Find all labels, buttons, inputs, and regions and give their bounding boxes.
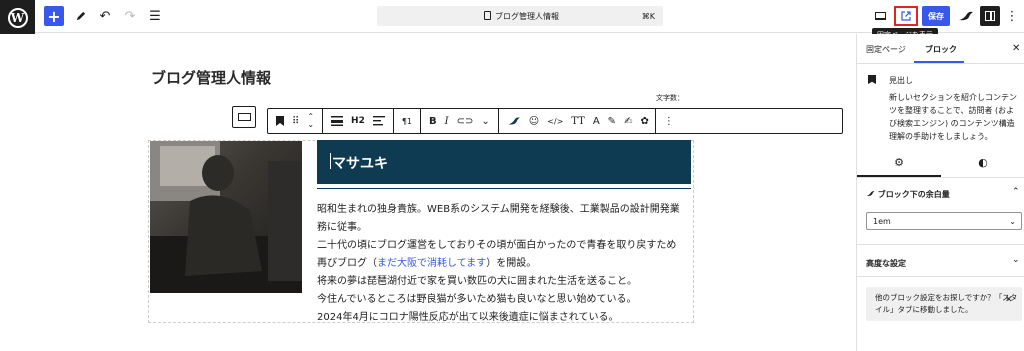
paw-icon[interactable]: ✿ (636, 109, 652, 133)
paragraph-line[interactable]: 二十代の頃にブログ運営をしておりその頃が面白かったので青春を取り戻すため (317, 236, 676, 251)
paragraph-line-with-link[interactable]: 再びブログ（まだ大阪で消耗してます）を開設。 (317, 254, 536, 269)
chevron-down-icon[interactable]: ⌄ (1012, 255, 1020, 265)
profile-photo[interactable] (150, 141, 302, 293)
highlighter-icon[interactable]: ✎ (604, 109, 620, 133)
sidebar-tabs: 固定ページ ブロック ✕ (857, 34, 1024, 64)
editor-top-bar: W + ↶ ↷ ☰ ブログ管理人情報 ⌘K 保存 ⋮ 固定ページを表示 (0, 0, 1024, 42)
save-button[interactable]: 保存 (922, 6, 950, 26)
styles-icon[interactable] (956, 6, 976, 26)
bookmark-block-icon[interactable] (272, 109, 288, 133)
add-block-button[interactable]: + (44, 6, 64, 26)
heading-text[interactable]: マサユキ (332, 153, 388, 173)
block-options-button[interactable]: ⋮ (660, 109, 678, 133)
settings-tab-gear-icon[interactable]: ⚙ (857, 154, 941, 170)
paragraph-line[interactable]: 将来の夢は琵琶湖付近で家を買い数匹の犬に囲まれた生活を送ること。 (317, 272, 637, 287)
tab-block[interactable]: ブロック (925, 44, 957, 55)
settings-sidebar: 固定ページ ブロック ✕ 見出し 新しいセクションを紹介しコンテンツを整理するこ… (856, 34, 1024, 351)
block-inspector-tabs: ⚙ ◐ (857, 146, 1024, 178)
post-title[interactable]: ブログ管理人情報 (151, 67, 271, 88)
styles-moved-notice: 他のブロック設定をお探しですか？「スタイル」タブに移動しました。 (866, 287, 1022, 321)
select-parent-block-button[interactable] (232, 106, 256, 128)
close-notice-icon[interactable]: ✕ (1005, 295, 1013, 305)
block-name: 見出し (889, 76, 913, 85)
word-count: 文字数： (656, 94, 684, 102)
command-palette-bar[interactable]: ブログ管理人情報 ⌘K (377, 6, 663, 26)
link-icon[interactable]: ⊂⊃ (453, 109, 478, 133)
code-button[interactable]: </> (543, 109, 567, 133)
command-title: ブログ管理人情報 (495, 11, 559, 21)
redo-icon[interactable]: ↷ (120, 6, 140, 26)
font-size-button[interactable]: TT (567, 109, 589, 133)
pen-icon[interactable] (70, 6, 90, 26)
paragraph-line[interactable]: 2024年4月にコロナ陽性反応が出て以来後遺症に悩まされている。 (317, 308, 619, 323)
paragraph-level-label: 1 (406, 116, 413, 126)
theme-plugin-icon[interactable] (503, 109, 525, 133)
options-menu-icon[interactable]: ⋮ (1004, 6, 1020, 26)
list-view-icon[interactable]: ☰ (145, 6, 165, 26)
move-up-down-icon[interactable]: ⌃ ⌄ (303, 109, 318, 133)
heading-level-button[interactable]: H2 (347, 109, 369, 133)
text-align-icon[interactable] (369, 109, 389, 133)
styles-tab-contrast-icon[interactable]: ◐ (941, 154, 1024, 170)
command-shortcut: ⌘K (641, 11, 655, 21)
wordpress-logo-icon[interactable]: W (0, 0, 35, 35)
chevron-down-icon: ⌄ (1009, 216, 1016, 226)
block-toolbar: ⠿ ⌃ ⌄ H2 ¶ 1 B I ⊂⊃ ⌄ ☺ </> TT A ✎ ✍ ✿ ⋮ (267, 108, 843, 134)
drag-handle-icon[interactable]: ⠿ (288, 109, 303, 133)
paragraph-line[interactable]: 務に従事。 (317, 218, 367, 233)
emoji-icon[interactable]: ☺ (525, 109, 543, 133)
document-icon (484, 11, 491, 20)
text-cursor (330, 153, 331, 169)
advanced-panel-title[interactable]: 高度な設定 (866, 258, 906, 269)
paragraph-line[interactable]: 今住んでいるところは野良猫が多いため猫も良いなと思い始めている。 (317, 290, 637, 305)
theme-plugin-icon (866, 191, 875, 196)
paragraph-line[interactable]: 昭和生まれの独身貴族。WEB系のシステム開発を経験後、工業製品の設計開発業 (317, 200, 680, 215)
bold-button[interactable]: B (425, 109, 441, 133)
desktop-preview-icon[interactable] (872, 6, 888, 26)
columns-icon (237, 113, 251, 121)
undo-icon[interactable]: ↶ (95, 6, 115, 26)
block-description: 新しいセクションを紹介しコンテンツを整理することで、訪問者 (および検索エンジン… (889, 93, 1017, 141)
spacing-select[interactable]: 1em ⌄ (866, 212, 1022, 230)
settings-sidebar-icon[interactable] (980, 6, 1000, 26)
tab-page[interactable]: 固定ページ (866, 44, 906, 55)
align-icon[interactable] (327, 109, 347, 133)
italic-button[interactable]: I (441, 109, 453, 133)
marker-icon[interactable]: ✍ (620, 109, 636, 133)
font-family-button[interactable]: A (589, 109, 604, 133)
blog-link[interactable]: まだ大阪で消耗してます (377, 258, 486, 269)
view-page-icon[interactable] (894, 6, 918, 26)
paragraph-level-button[interactable]: ¶ 1 (398, 109, 416, 133)
more-formats-chevron-icon[interactable]: ⌄ (477, 109, 493, 133)
spacing-panel-title[interactable]: ブロック下の余白量 (866, 189, 950, 200)
chevron-up-icon[interactable]: ⌃ (1012, 187, 1020, 197)
wordpress-logo-letter: W (7, 7, 28, 28)
bookmark-icon (868, 75, 876, 84)
close-sidebar-icon[interactable]: ✕ (1012, 43, 1020, 54)
